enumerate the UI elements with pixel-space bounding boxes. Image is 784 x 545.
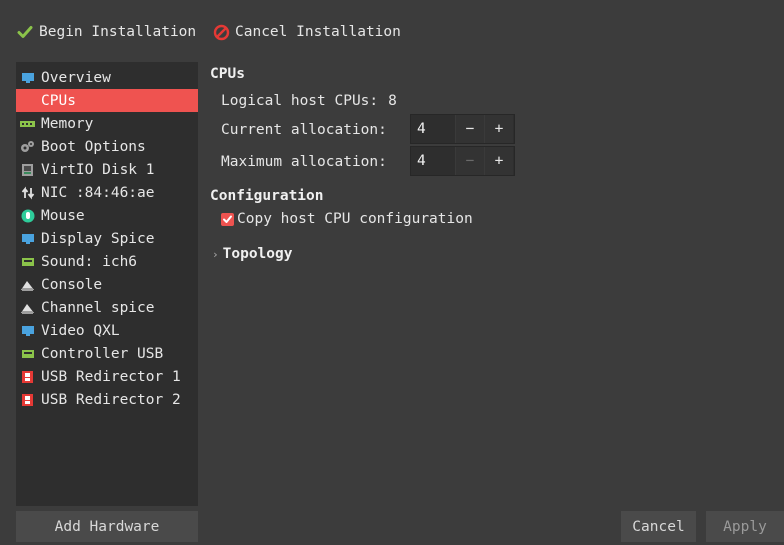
controller-icon bbox=[20, 346, 35, 361]
memory-icon bbox=[20, 116, 35, 131]
add-hardware-button[interactable]: Add Hardware bbox=[16, 511, 198, 542]
copy-host-cpu-checkbox[interactable]: Copy host CPU configuration bbox=[221, 208, 473, 230]
sidebar-item-sound-ich6[interactable]: Sound: ich6 bbox=[16, 250, 198, 273]
maximum-increment-button[interactable]: + bbox=[484, 147, 513, 175]
sidebar-item-console[interactable]: Console bbox=[16, 273, 198, 296]
sidebar-item-controller-usb[interactable]: Controller USB bbox=[16, 342, 198, 365]
sound-card-icon bbox=[20, 254, 35, 269]
network-icon bbox=[20, 185, 35, 200]
sidebar-item-label: Channel spice bbox=[41, 299, 155, 316]
mouse-icon bbox=[20, 208, 35, 223]
maximum-allocation-label: Maximum allocation: bbox=[221, 154, 387, 170]
sidebar-item-label: USB Redirector 2 bbox=[41, 391, 181, 408]
logical-cpus-value: 8 bbox=[388, 93, 397, 109]
sidebar-item-label: Sound: ich6 bbox=[41, 253, 138, 270]
sidebar-item-boot-options[interactable]: Boot Options bbox=[16, 135, 198, 158]
sidebar-item-usb-redirector-2[interactable]: USB Redirector 2 bbox=[16, 388, 198, 411]
current-allocation-spinner[interactable]: 4 − + bbox=[410, 114, 515, 144]
copy-host-cpu-label: Copy host CPU configuration bbox=[237, 211, 473, 227]
logical-cpus-row: Logical host CPUs: 8 bbox=[221, 90, 397, 112]
current-allocation-value[interactable]: 4 bbox=[411, 115, 455, 143]
sidebar-item-mouse[interactable]: Mouse bbox=[16, 204, 198, 227]
sidebar-item-label: Display Spice bbox=[41, 230, 155, 247]
sidebar-item-label: Controller USB bbox=[41, 345, 164, 362]
maximum-allocation-value[interactable]: 4 bbox=[411, 147, 455, 175]
begin-installation-button[interactable]: Begin Installation bbox=[16, 20, 196, 44]
hardware-list: Overview CPUs Memory Boot Options VirtIO Dis… bbox=[16, 62, 198, 506]
sidebar-item-virtio-disk-1[interactable]: VirtIO Disk 1 bbox=[16, 158, 198, 181]
sidebar-item-usb-redirector-1[interactable]: USB Redirector 1 bbox=[16, 365, 198, 388]
gears-icon bbox=[20, 139, 35, 154]
maximum-allocation-spinner[interactable]: 4 − + bbox=[410, 146, 515, 176]
cancel-button[interactable]: Cancel bbox=[621, 511, 696, 542]
topology-label: Topology bbox=[222, 246, 293, 262]
video-icon bbox=[20, 323, 35, 338]
cancel-installation-label: Cancel Installation bbox=[235, 24, 401, 40]
sidebar-item-label: VirtIO Disk 1 bbox=[41, 161, 155, 178]
sidebar-item-label: Memory bbox=[41, 115, 94, 132]
current-allocation-label: Current allocation: bbox=[221, 122, 387, 138]
disk-icon bbox=[20, 162, 35, 177]
sidebar-item-cpus[interactable]: CPUs bbox=[16, 89, 198, 112]
current-decrement-button[interactable]: − bbox=[455, 115, 484, 143]
channel-icon bbox=[20, 300, 35, 315]
serial-icon bbox=[20, 277, 35, 292]
toolbar: Begin Installation Cancel Installation bbox=[0, 0, 784, 62]
checkbox-check-icon bbox=[221, 212, 234, 226]
sidebar-item-label: USB Redirector 1 bbox=[41, 368, 181, 385]
apply-button[interactable]: Apply bbox=[706, 511, 784, 542]
begin-installation-label: Begin Installation bbox=[39, 24, 197, 40]
sidebar-item-label: Console bbox=[41, 276, 103, 293]
sidebar-item-label: Overview bbox=[41, 69, 111, 86]
sidebar-item-video-qxl[interactable]: Video QXL bbox=[16, 319, 198, 342]
sidebar-item-label: Mouse bbox=[41, 207, 85, 224]
sidebar-item-label: Boot Options bbox=[41, 138, 146, 155]
usb-redirector-icon bbox=[20, 392, 35, 407]
checkmark-icon bbox=[16, 23, 34, 41]
cpus-heading: CPUs bbox=[210, 66, 245, 82]
maximum-decrement-button[interactable]: − bbox=[455, 147, 484, 175]
sidebar-item-label: Video QXL bbox=[41, 322, 120, 339]
configuration-heading: Configuration bbox=[210, 188, 324, 204]
sidebar-item-channel-spice[interactable]: Channel spice bbox=[16, 296, 198, 319]
sidebar-item-overview[interactable]: Overview bbox=[16, 66, 198, 89]
display-icon bbox=[20, 231, 35, 246]
sidebar-item-label: CPUs bbox=[41, 92, 76, 109]
topology-expander[interactable]: › Topology bbox=[212, 243, 292, 265]
logical-cpus-label: Logical host CPUs: bbox=[221, 93, 379, 109]
sidebar-item-display-spice[interactable]: Display Spice bbox=[16, 227, 198, 250]
cancel-circle-icon bbox=[212, 23, 230, 41]
monitor-icon bbox=[20, 70, 35, 85]
current-increment-button[interactable]: + bbox=[484, 115, 513, 143]
usb-redirector-icon bbox=[20, 369, 35, 384]
sidebar-item-label: NIC :84:46:ae bbox=[41, 184, 155, 201]
expander-arrow-icon: › bbox=[212, 247, 219, 261]
sidebar-item-nic-84-46-ae[interactable]: NIC :84:46:ae bbox=[16, 181, 198, 204]
cancel-installation-button[interactable]: Cancel Installation bbox=[212, 20, 401, 44]
cpu-details-panel: CPUs Logical host CPUs: 8 Current alloca… bbox=[210, 62, 770, 502]
sidebar-item-memory[interactable]: Memory bbox=[16, 112, 198, 135]
